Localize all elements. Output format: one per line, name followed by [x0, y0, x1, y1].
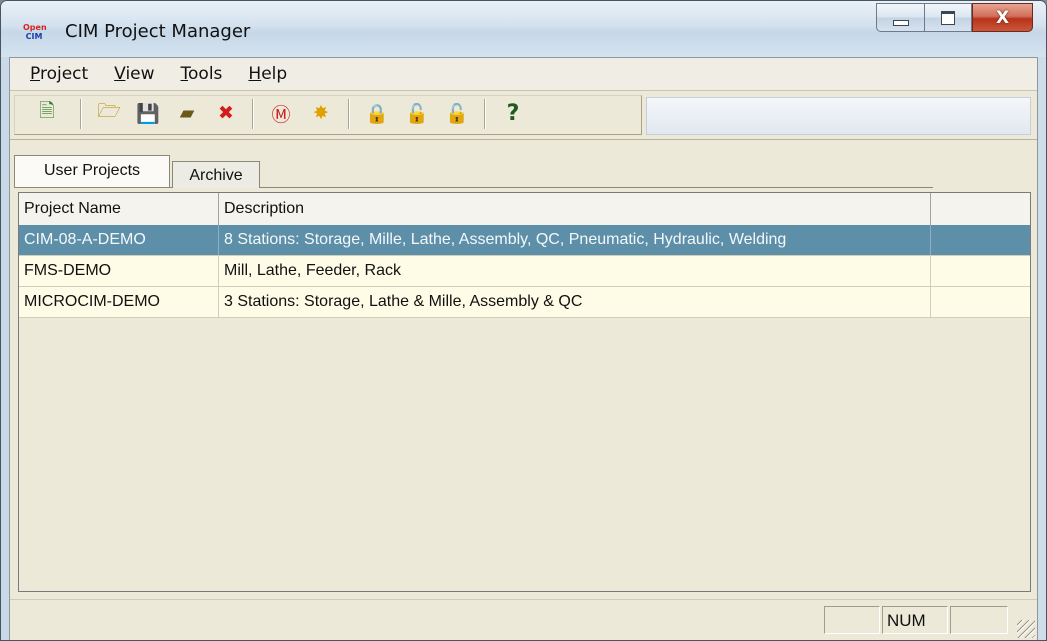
- maximize-button[interactable]: [924, 3, 972, 32]
- table-header: Project Name Description: [19, 193, 1030, 226]
- menu-view[interactable]: View: [114, 64, 154, 84]
- app-logo-line2: CIM: [25, 32, 43, 41]
- menu-project[interactable]: Project: [30, 64, 88, 84]
- resize-grip-icon[interactable]: [1017, 620, 1035, 638]
- monitor-button[interactable]: Ⓜ: [266, 98, 296, 128]
- folder-icon: ▰: [179, 102, 195, 124]
- minimize-button[interactable]: [876, 3, 924, 32]
- help-icon: ?: [506, 100, 520, 126]
- project-name-cell: MICROCIM-DEMO: [19, 287, 219, 317]
- menu-tools[interactable]: Tools: [181, 64, 223, 84]
- save-project-button[interactable]: 💾: [133, 98, 163, 128]
- table-row[interactable]: FMS-DEMO Mill, Lathe, Feeder, Rack: [19, 256, 1030, 287]
- menu-help[interactable]: Help: [248, 64, 287, 84]
- app-logo-line1: Open: [23, 23, 47, 32]
- tab-user-projects[interactable]: User Projects: [14, 155, 170, 187]
- delete-icon: ✖: [218, 102, 234, 124]
- lock-icon: 🔒: [365, 102, 389, 125]
- help-button[interactable]: ?: [498, 98, 528, 128]
- status-pane-blank: [824, 606, 880, 634]
- lock-button[interactable]: 🔒: [362, 98, 392, 128]
- unlock-button[interactable]: 🔓: [402, 98, 432, 128]
- new-project-icon: 🗎: [39, 100, 55, 122]
- folder-button[interactable]: ▰: [172, 98, 202, 128]
- project-name-cell: CIM-08-A-DEMO: [19, 225, 219, 255]
- status-num-indicator: NUM: [882, 606, 948, 634]
- open-folder-icon: 🗁: [97, 100, 121, 122]
- table-row[interactable]: CIM-08-A-DEMO 8 Stations: Storage, Mille…: [19, 225, 1030, 256]
- monitor-icon: Ⓜ: [271, 103, 291, 126]
- close-icon: X: [995, 7, 1010, 28]
- status-bar: NUM: [10, 599, 1037, 640]
- new-project-button[interactable]: 🗎: [32, 98, 62, 128]
- title-bar[interactable]: Open CIM CIM Project Manager X: [1, 1, 1046, 57]
- description-cell: Mill, Lathe, Feeder, Rack: [219, 256, 931, 286]
- window-title: CIM Project Manager: [65, 21, 251, 42]
- status-pane-blank: [950, 606, 1008, 634]
- menu-bar: Project View Tools Help: [10, 58, 1037, 91]
- projects-table: Project Name Description CIM-08-A-DEMO 8…: [18, 192, 1031, 592]
- open-project-button[interactable]: 🗁: [94, 98, 124, 128]
- column-header-description[interactable]: Description: [219, 193, 931, 225]
- maximize-icon: [941, 10, 955, 25]
- toolbar-separator: [348, 99, 350, 129]
- toolbar-separator: [252, 99, 254, 129]
- save-icon: 💾: [136, 102, 160, 125]
- close-button[interactable]: X: [972, 3, 1033, 32]
- toolbar-separator: [484, 99, 486, 129]
- unlock-icon: 🔓: [405, 102, 429, 125]
- toolbar-separator: [80, 99, 82, 129]
- description-cell: 3 Stations: Storage, Lathe & Mille, Asse…: [219, 287, 931, 317]
- minimize-icon: [892, 19, 909, 26]
- tab-baseline: [14, 187, 933, 188]
- burst-button[interactable]: ✸: [306, 98, 336, 128]
- app-logo-icon: Open CIM: [23, 23, 47, 45]
- column-header-project-name[interactable]: Project Name: [19, 193, 219, 225]
- toolbar: 🗎 🗁 💾 ▰ ✖ Ⓜ ✸ 🔒 🔓 🔓 ?: [10, 91, 1037, 140]
- burst-icon: ✸: [313, 102, 329, 124]
- folder-lock-icon: 🔓: [445, 102, 469, 125]
- project-name-cell: FMS-DEMO: [19, 256, 219, 286]
- tab-archive[interactable]: Archive: [172, 161, 260, 188]
- toolbar-band: [646, 97, 1031, 135]
- table-row[interactable]: MICROCIM-DEMO 3 Stations: Storage, Lathe…: [19, 287, 1030, 318]
- client-area: Project View Tools Help 🗎 🗁 💾 ▰ ✖ Ⓜ ✸ 🔒 …: [9, 57, 1038, 640]
- delete-project-button[interactable]: ✖: [211, 98, 241, 128]
- folder-lock-button[interactable]: 🔓: [442, 98, 472, 128]
- description-cell: 8 Stations: Storage, Mille, Lathe, Assem…: [219, 225, 931, 255]
- app-window: Open CIM CIM Project Manager X Project V…: [0, 0, 1047, 641]
- tab-strip: User Projects Archive: [10, 140, 1037, 190]
